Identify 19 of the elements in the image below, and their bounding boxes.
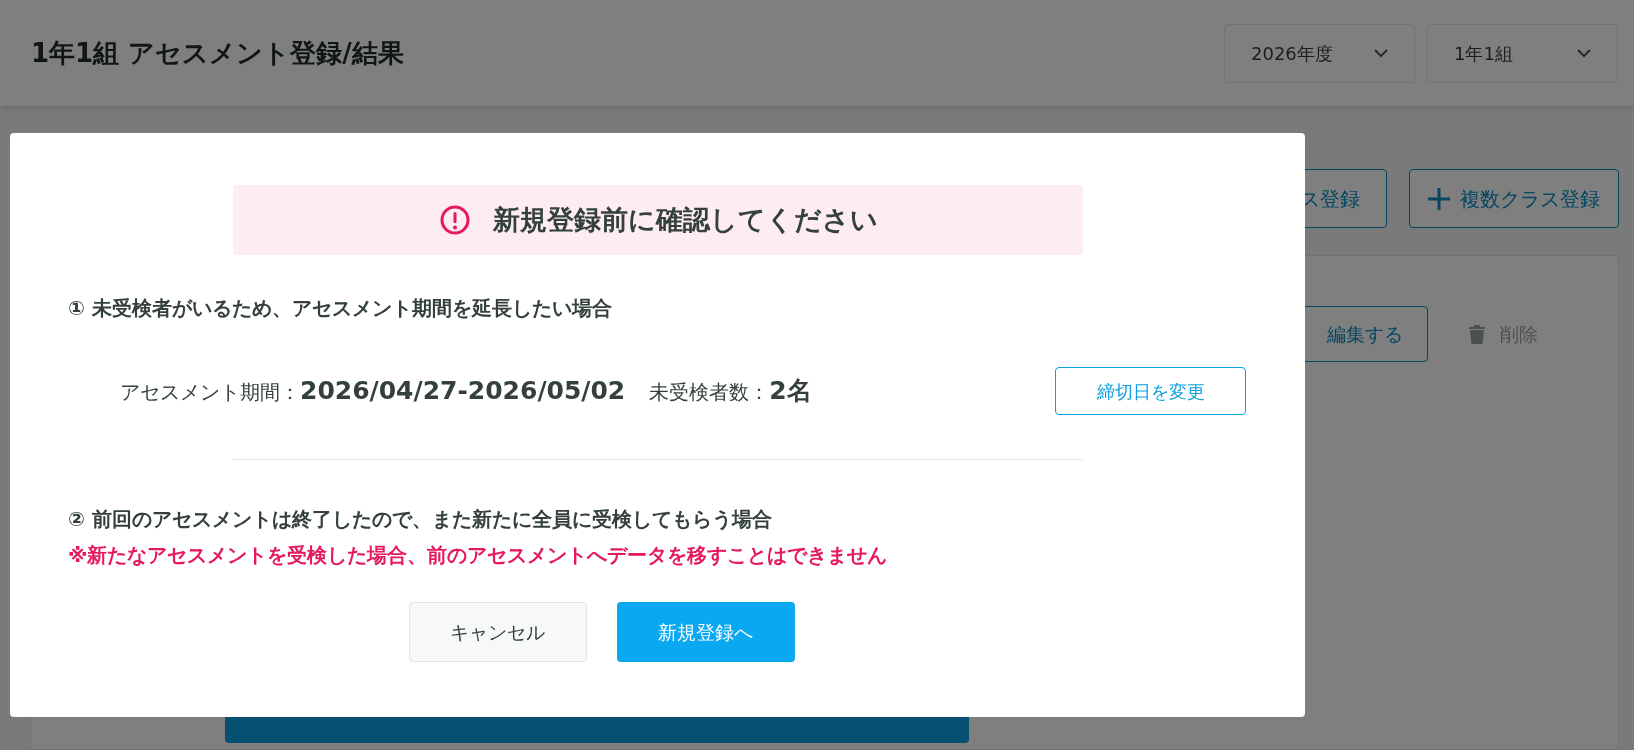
change-deadline-button[interactable]: 締切日を変更 — [1055, 367, 1246, 415]
chevron-down-icon — [1374, 48, 1388, 58]
period-text: アセスメント期間：2026/04/27-2026/05/02 — [120, 375, 626, 408]
warning-text: ※新たなアセスメントを受検した場合、前のアセスメントへデータを移すことはできません — [68, 542, 889, 569]
plus-icon — [1428, 187, 1450, 210]
select-field[interactable]: 1年1組 — [1427, 23, 1618, 83]
option-heading: ① 未受検者がいるため、アセスメント期間を延長したい場合 — [68, 295, 613, 322]
chevron-down-icon — [1577, 48, 1591, 58]
alert-icon — [438, 204, 471, 236]
page-title: 1年1組 アセスメント登録/結果 — [31, 36, 404, 70]
banner-title: 新規登録前に確認してください — [492, 202, 878, 237]
trash-icon — [1468, 324, 1486, 344]
option-heading: ② 前回のアセスメントは終了したので、また新たに全員に受検してもらう場合 — [68, 506, 773, 533]
count-text: 未受検者数：2名 — [649, 375, 812, 408]
select-field[interactable]: 2026年度 — [1224, 23, 1415, 83]
cancel-button[interactable]: キャンセル — [408, 602, 587, 662]
register-new-button[interactable]: 新規登録へ — [616, 602, 795, 662]
edit-button[interactable]: 編集する — [1302, 306, 1428, 362]
add-classes-button[interactable]: 複数クラス登録 — [1409, 169, 1619, 228]
